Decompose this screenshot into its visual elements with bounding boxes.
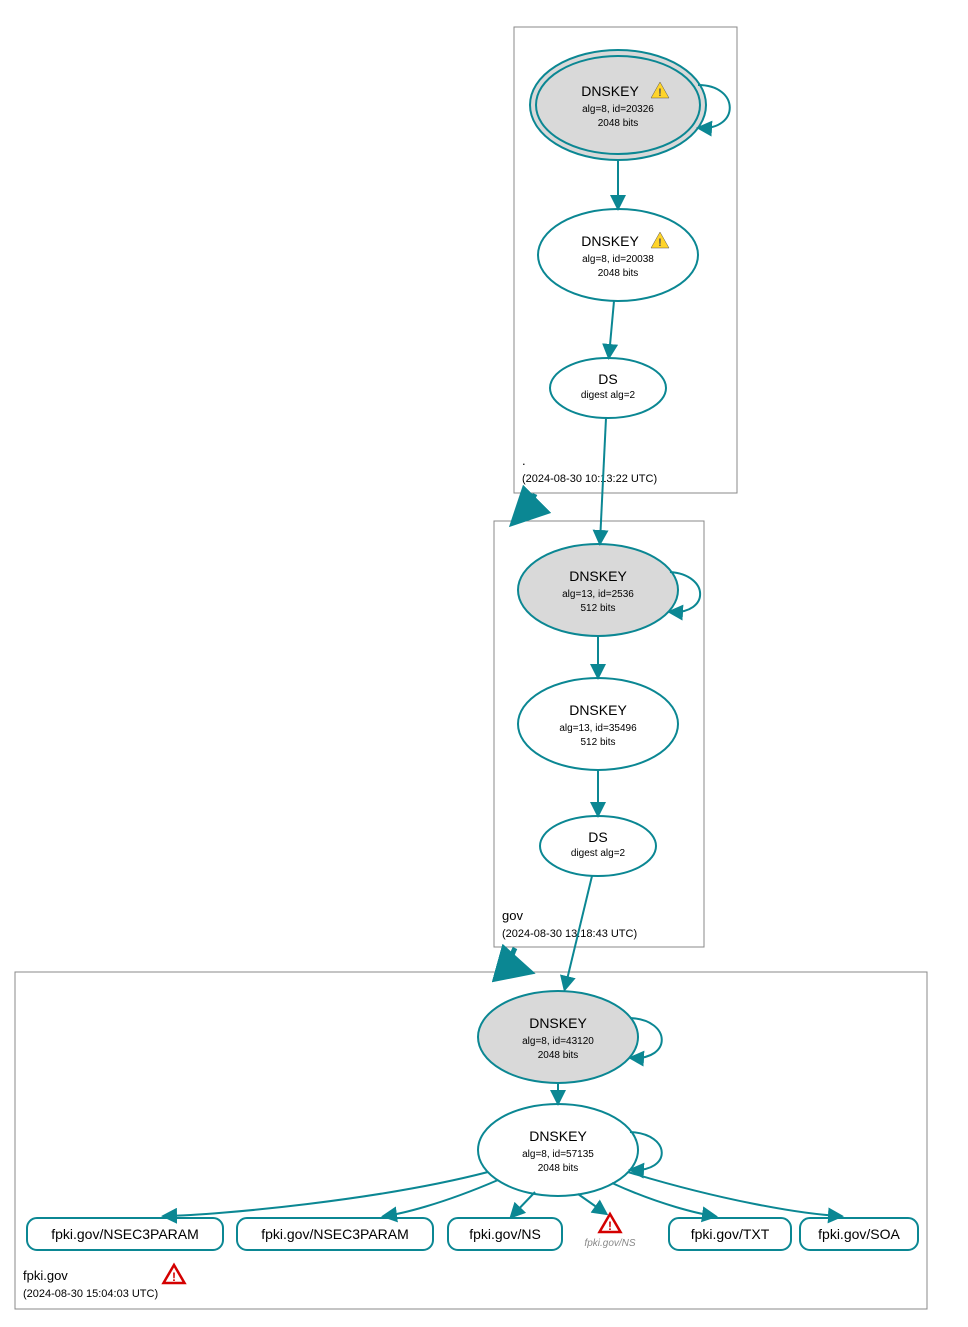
node-root-zsk[interactable]: DNSKEY alg=8, id=20038 2048 bits — [538, 209, 698, 301]
svg-text:fpki.gov/NSEC3PARAM: fpki.gov/NSEC3PARAM — [51, 1226, 199, 1242]
edge-zsk-rr6 — [628, 1172, 840, 1216]
svg-text:2048 bits: 2048 bits — [538, 1163, 579, 1174]
rrset-ns-2-error[interactable]: fpki.gov/NS — [584, 1214, 635, 1249]
svg-text:2048 bits: 2048 bits — [598, 268, 639, 279]
svg-text:alg=13, id=35496: alg=13, id=35496 — [559, 723, 637, 734]
zone-fpki-ts: (2024-08-30 15:04:03 UTC) — [23, 1288, 158, 1300]
edge-zone-gov-fpki — [512, 948, 526, 971]
svg-text:DNSKEY: DNSKEY — [529, 1015, 587, 1031]
zone-gov-ts: (2024-08-30 13:18:43 UTC) — [502, 928, 637, 940]
svg-text:fpki.gov/TXT: fpki.gov/TXT — [691, 1226, 770, 1242]
svg-text:DNSKEY: DNSKEY — [569, 702, 627, 718]
svg-text:digest alg=2: digest alg=2 — [581, 390, 636, 401]
node-root-ds[interactable]: DS digest alg=2 — [550, 358, 666, 418]
svg-text:DNSKEY: DNSKEY — [569, 568, 627, 584]
svg-text:fpki.gov/SOA: fpki.gov/SOA — [818, 1226, 900, 1242]
edge-zone-root-gov — [516, 494, 535, 520]
svg-text:2048 bits: 2048 bits — [598, 118, 639, 129]
zone-gov-name: gov — [502, 908, 523, 923]
svg-text:DNSKEY: DNSKEY — [581, 83, 639, 99]
rrset-nsec3param-1[interactable]: fpki.gov/NSEC3PARAM — [27, 1218, 223, 1250]
edge-zsk-rr2 — [385, 1180, 498, 1216]
zone-fpki-name: fpki.gov — [23, 1268, 68, 1283]
node-fpki-zsk[interactable]: DNSKEY alg=8, id=57135 2048 bits — [478, 1104, 638, 1196]
zone-root: . (2024-08-30 10:13:22 UTC) DNSKEY alg=8… — [514, 27, 737, 493]
svg-text:alg=8, id=20326: alg=8, id=20326 — [582, 104, 654, 115]
svg-text:fpki.gov/NSEC3PARAM: fpki.gov/NSEC3PARAM — [261, 1226, 409, 1242]
zone-root-name: . — [522, 453, 526, 468]
node-gov-zsk[interactable]: DNSKEY alg=13, id=35496 512 bits — [518, 678, 678, 770]
node-gov-ksk[interactable]: DNSKEY alg=13, id=2536 512 bits — [518, 544, 678, 636]
node-fpki-ksk[interactable]: DNSKEY alg=8, id=43120 2048 bits — [478, 991, 638, 1083]
edge-zsk-rr1 — [165, 1172, 488, 1216]
edge-zsk-rr5 — [612, 1183, 714, 1216]
rrset-nsec3param-2[interactable]: fpki.gov/NSEC3PARAM — [237, 1218, 433, 1250]
edge-rootzsk-rootds — [609, 301, 614, 356]
node-root-ksk[interactable]: DNSKEY alg=8, id=20326 2048 bits — [530, 50, 706, 160]
node-gov-ds[interactable]: DS digest alg=2 — [540, 816, 656, 876]
svg-text:512 bits: 512 bits — [580, 737, 615, 748]
svg-text:alg=13, id=2536: alg=13, id=2536 — [562, 589, 634, 600]
rrset-ns-1[interactable]: fpki.gov/NS — [448, 1218, 562, 1250]
svg-text:fpki.gov/NS: fpki.gov/NS — [584, 1238, 635, 1249]
svg-text:alg=8, id=43120: alg=8, id=43120 — [522, 1036, 594, 1047]
svg-text:DS: DS — [598, 371, 617, 387]
svg-text:DS: DS — [588, 829, 607, 845]
rrset-txt[interactable]: fpki.gov/TXT — [669, 1218, 791, 1250]
svg-text:alg=8, id=20038: alg=8, id=20038 — [582, 254, 654, 265]
svg-text:2048 bits: 2048 bits — [538, 1050, 579, 1061]
error-icon — [164, 1265, 185, 1284]
svg-text:alg=8, id=57135: alg=8, id=57135 — [522, 1149, 594, 1160]
rrset-soa[interactable]: fpki.gov/SOA — [800, 1218, 918, 1250]
edge-zsk-rr4 — [578, 1194, 605, 1213]
zone-root-ts: (2024-08-30 10:13:22 UTC) — [522, 473, 657, 485]
svg-text:DNSKEY: DNSKEY — [529, 1128, 587, 1144]
zone-gov: gov (2024-08-30 13:18:43 UTC) DNSKEY alg… — [494, 521, 704, 947]
svg-text:512 bits: 512 bits — [580, 603, 615, 614]
zone-fpki: fpki.gov (2024-08-30 15:04:03 UTC) DNSKE… — [15, 972, 927, 1309]
edge-zsk-rr3 — [512, 1192, 535, 1216]
svg-text:digest alg=2: digest alg=2 — [571, 848, 626, 859]
svg-text:DNSKEY: DNSKEY — [581, 233, 639, 249]
error-icon — [600, 1214, 621, 1233]
svg-text:fpki.gov/NS: fpki.gov/NS — [469, 1226, 541, 1242]
